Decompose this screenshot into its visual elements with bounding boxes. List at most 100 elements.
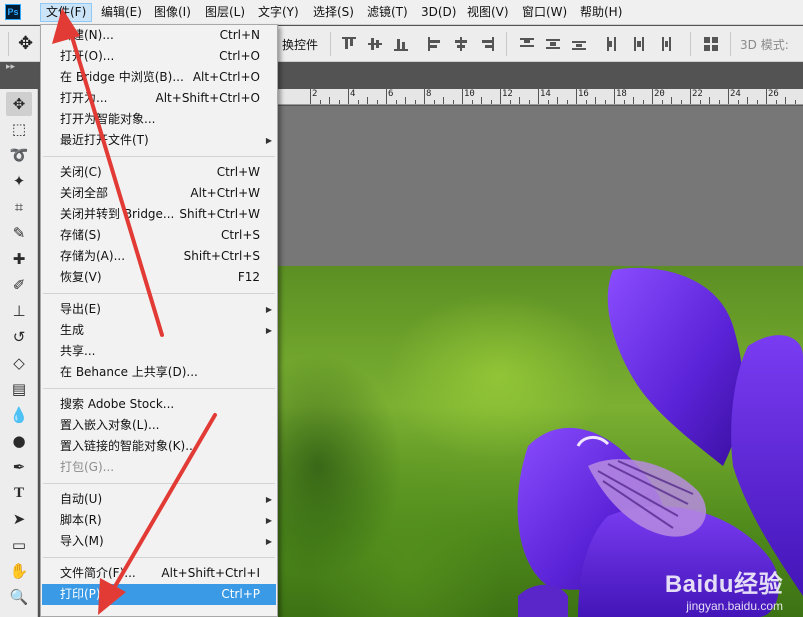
options-divider [690,32,691,56]
ruler-minor-tick [319,100,321,104]
align-top-edges-icon[interactable] [342,37,356,51]
file-menu-item[interactable]: 置入链接的智能对象(K)... [42,436,276,457]
menu-separator [43,557,275,558]
ruler-number: 8 [426,89,432,99]
menu-edit[interactable]: 编辑(E) [96,3,147,22]
align-left-edges-icon[interactable] [428,37,442,51]
distribute-horizontal-centers-icon[interactable] [632,37,646,51]
magic-wand-icon[interactable]: ✦ [6,169,32,193]
file-menu-item[interactable]: 最近打开文件(T) ▶ [42,130,276,151]
brush-icon[interactable]: ✐ [6,273,32,297]
distribute-bottom-edges-icon[interactable] [572,37,586,51]
menu-window[interactable]: 窗口(W) [517,3,572,22]
file-menu-item[interactable]: 脚本(R) ▶ [42,510,276,531]
menu-item-label: 在 Behance 上共享(D)... [60,365,198,379]
eraser-icon[interactable]: ◇ [6,351,32,375]
file-menu-item[interactable]: 新建(N)... Ctrl+N [42,25,276,46]
dodge-icon[interactable]: ● [6,429,32,453]
menu-type[interactable]: 文字(Y) [253,3,304,22]
file-menu-item[interactable]: 置入嵌入对象(L)... [42,415,276,436]
crop-icon[interactable]: ⌗ [6,195,32,219]
lasso-icon[interactable]: ➰ [6,143,32,167]
gradient-icon[interactable]: ▤ [6,377,32,401]
show-transform-controls-label[interactable]: 换控件 [282,36,318,53]
ruler-minor-tick [452,100,454,104]
menu-file[interactable]: 文件(F) [40,3,93,22]
menu-item-shortcut: Alt+Shift+Ctrl+O [155,91,260,105]
file-menu-item[interactable]: 存储(S) Ctrl+S [42,225,276,246]
hand-icon[interactable]: ✋ [6,559,32,583]
file-menu-item[interactable]: 导入(M) ▶ [42,531,276,552]
move-icon[interactable]: ✥ [6,92,32,116]
rectangle-icon[interactable]: ▭ [6,533,32,557]
file-menu-item[interactable]: 打印(P)... Ctrl+P [42,584,276,605]
zoom-icon[interactable]: 🔍 [6,585,32,609]
menu-item-label: 打包(G)... [60,460,115,474]
menu-item-shortcut: Alt+Shift+Ctrl+I [161,566,260,580]
ruler-number: 16 [578,89,589,99]
eyedropper-icon[interactable]: ✎ [6,221,32,245]
menu-bar: Ps 文件(F) 编辑(E) 图像(I) 图层(L) 文字(Y) 选择(S) 滤… [0,0,803,25]
menu-help[interactable]: 帮助(H) [575,3,627,22]
distribute-right-edges-icon[interactable] [658,37,672,51]
submenu-arrow-icon: ▶ [265,495,272,504]
file-menu-item[interactable]: 文件简介(F)... Alt+Shift+Ctrl+I [42,563,276,584]
healing-brush-icon[interactable]: ✚ [6,247,32,271]
menu-filter[interactable]: 滤镜(T) [362,3,413,22]
file-menu-item[interactable]: 共享... [42,341,276,362]
menu-select[interactable]: 选择(S) [308,3,359,22]
move-icon[interactable]: ✥ [18,34,33,54]
ruler-number: 26 [768,89,779,99]
type-icon[interactable]: T [6,481,32,505]
distribute-left-edges-icon[interactable] [606,37,620,51]
menu-item-label: 关闭(C) [60,165,102,179]
file-menu-item[interactable]: 生成 ▶ [42,320,276,341]
menu-item-label: 打开为... [60,91,108,105]
file-menu-item[interactable]: 关闭全部 Alt+Ctrl+W [42,183,276,204]
file-menu-item[interactable]: 在 Bridge 中浏览(B)... Alt+Ctrl+O [42,67,276,88]
file-menu-item[interactable]: 打开(O)... Ctrl+O [42,46,276,67]
align-bottom-edges-icon[interactable] [394,37,408,51]
auto-align-layers-icon[interactable] [704,37,718,51]
history-brush-icon[interactable]: ↺ [6,325,32,349]
ruler-minor-tick [785,97,786,104]
file-menu-item[interactable]: 关闭并转到 Bridge... Shift+Ctrl+W [42,204,276,225]
distribute-top-edges-icon[interactable] [520,37,534,51]
file-menu-item[interactable]: 在 Behance 上共享(D)... [42,362,276,383]
distribute-vertical-centers-icon[interactable] [546,37,560,51]
menu-item-label: 打开为智能对象... [60,112,156,126]
ruler-number: 10 [464,89,475,99]
file-menu-item[interactable]: 打开为智能对象... [42,109,276,130]
path-selection-icon[interactable]: ➤ [6,507,32,531]
file-menu-item[interactable]: 搜索 Adobe Stock... [42,394,276,415]
ruler-number: 4 [350,89,356,99]
pen-icon[interactable]: ✒ [6,455,32,479]
ruler-number: 18 [616,89,627,99]
align-right-edges-icon[interactable] [480,37,494,51]
menu-item-label: 打开(O)... [60,49,115,63]
file-menu-item[interactable]: 导出(E) ▶ [42,299,276,320]
menu-image[interactable]: 图像(I) [149,3,196,22]
blur-icon[interactable]: 💧 [6,403,32,427]
align-vertical-centers-icon[interactable] [368,37,382,51]
collapse-chevron-icon[interactable]: ▸▸ [6,62,15,72]
submenu-arrow-icon: ▶ [265,136,272,145]
ruler-minor-tick [623,100,625,104]
file-menu-item[interactable]: 打开为... Alt+Shift+Ctrl+O [42,88,276,109]
menu-3d[interactable]: 3D(D) [416,3,461,22]
ruler-minor-tick [737,100,739,104]
file-menu-item[interactable]: 自动(U) ▶ [42,489,276,510]
menu-item-label: 恢复(V) [60,270,102,284]
ruler-minor-tick [671,97,672,104]
file-menu-item[interactable]: 关闭(C) Ctrl+W [42,162,276,183]
marquee-icon[interactable]: ⬚ [6,117,32,141]
menu-layer[interactable]: 图层(L) [200,3,250,22]
clone-stamp-icon[interactable]: ⊥ [6,299,32,323]
file-menu-item[interactable]: 恢复(V) F12 [42,267,276,288]
menu-item-label: 导出(E) [60,302,101,316]
ruler-tick [348,88,349,104]
menu-view[interactable]: 视图(V) [462,3,514,22]
align-horizontal-centers-icon[interactable] [454,37,468,51]
ruler-number: 12 [502,89,513,99]
file-menu-item[interactable]: 存储为(A)... Shift+Ctrl+S [42,246,276,267]
